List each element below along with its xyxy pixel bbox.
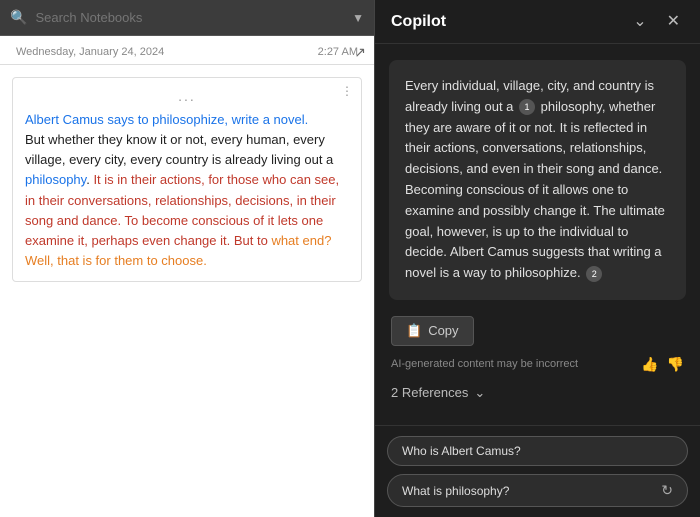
ai-response-bubble: Every individual, village, city, and cou… xyxy=(389,60,686,300)
note-dots: ... xyxy=(25,88,349,104)
suggestion-chip-2[interactable]: What is philosophy? ↻ xyxy=(387,474,688,507)
search-bar: 🔍 ▼ xyxy=(0,0,374,36)
note-text-blue-2: philosophy xyxy=(25,172,86,187)
thumbs-up-button[interactable]: 👍 xyxy=(641,356,658,373)
ref-badge-2: 2 xyxy=(586,266,602,282)
references-row[interactable]: 2 References ⌄ xyxy=(391,381,684,405)
left-panel: 🔍 ▼ ↗ Wednesday, January 24, 2024 2:27 A… xyxy=(0,0,375,517)
note-time: 2:27 AM xyxy=(318,46,358,58)
expand-icon[interactable]: ↗ xyxy=(354,44,366,61)
minimize-button[interactable]: ⌄ xyxy=(629,12,650,32)
suggestion-label-2: What is philosophy? xyxy=(402,484,509,498)
chevron-down-icon[interactable]: ▼ xyxy=(352,11,364,25)
notebook-content: ↗ Wednesday, January 24, 2024 2:27 AM ..… xyxy=(0,36,374,517)
search-icon: 🔍 xyxy=(10,9,27,26)
note-date: Wednesday, January 24, 2024 xyxy=(16,46,164,58)
copilot-footer: Who is Albert Camus? What is philosophy?… xyxy=(375,425,700,517)
feedback-icons: 👍 👎 xyxy=(641,356,684,373)
ai-feedback-row: AI-generated content may be incorrect 👍 … xyxy=(391,356,684,373)
close-button[interactable]: ✕ xyxy=(663,12,684,32)
copy-button[interactable]: 📋 Copy xyxy=(391,316,474,346)
references-chevron-icon: ⌄ xyxy=(474,385,485,401)
note-text-blue: Albert Camus says to philosophize, write… xyxy=(25,112,308,127)
copy-icon: 📋 xyxy=(406,323,422,339)
references-label: 2 References xyxy=(391,385,468,400)
suggestion-chip-1[interactable]: Who is Albert Camus? xyxy=(387,436,688,466)
copilot-panel: Copilot ⌄ ✕ Every individual, village, c… xyxy=(375,0,700,517)
suggestion-label-1: Who is Albert Camus? xyxy=(402,444,521,458)
copilot-header: Copilot ⌄ ✕ xyxy=(375,0,700,44)
search-input[interactable] xyxy=(35,10,344,25)
copy-label: Copy xyxy=(428,323,458,338)
note-text: Albert Camus says to philosophize, write… xyxy=(25,110,349,271)
note-corner-icon: ⋮ xyxy=(341,84,353,98)
note-text-normal: But whether they know it or not, every h… xyxy=(25,132,333,167)
ai-response-text-2: philosophy, whether they are aware of it… xyxy=(405,99,665,280)
ref-badge-1: 1 xyxy=(519,99,535,115)
copilot-body: Every individual, village, city, and cou… xyxy=(375,44,700,425)
ai-disclaimer: AI-generated content may be incorrect xyxy=(391,358,578,370)
copilot-title: Copilot xyxy=(391,13,446,31)
thumbs-down-button[interactable]: 👎 xyxy=(667,356,684,373)
date-header: Wednesday, January 24, 2024 2:27 AM xyxy=(0,36,374,65)
header-actions: ⌄ ✕ xyxy=(629,12,684,32)
refresh-icon: ↻ xyxy=(661,482,673,499)
note-card: ... ⋮ Albert Camus says to philosophize,… xyxy=(12,77,362,282)
